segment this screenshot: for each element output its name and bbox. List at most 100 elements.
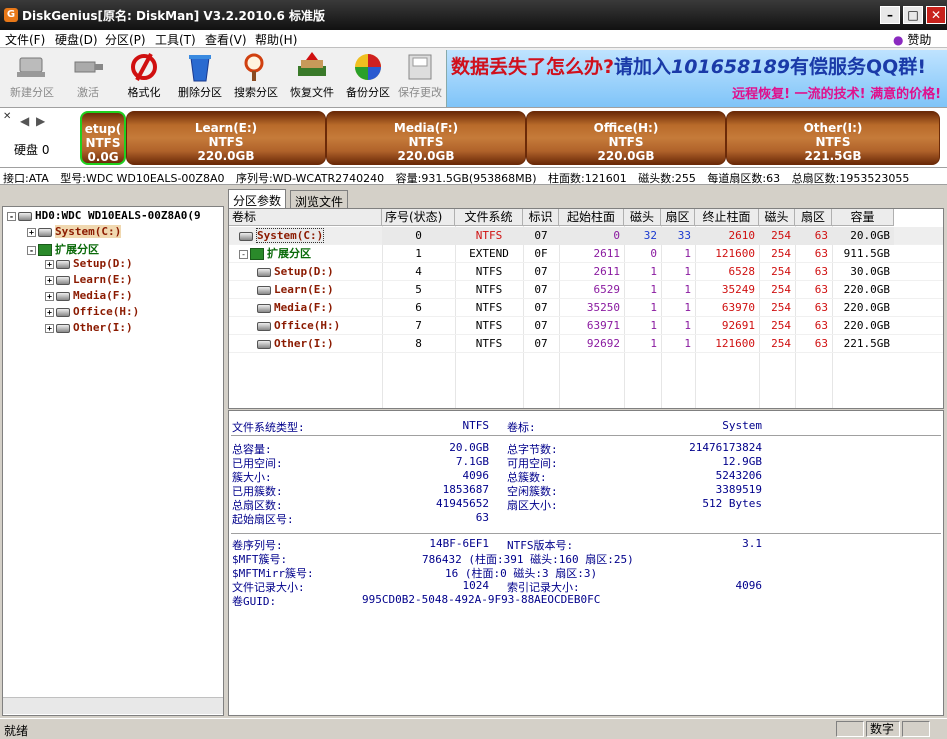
tab-browse-files[interactable]: 浏览文件 <box>290 190 349 209</box>
minimize-button[interactable]: – <box>880 6 900 24</box>
tree-item-office[interactable]: + Office(H:) <box>45 305 139 318</box>
segment-size: 220.0GB <box>597 149 655 163</box>
detail-label: 文件系统类型: <box>232 421 305 434</box>
window-title: DiskGenius[原名: DiskMan] V3.2.2010.6 标准版 <box>22 9 326 23</box>
cell-end-cyl: 92691 <box>721 319 755 332</box>
col-header-end-cyl[interactable]: 终止柱面 <box>695 209 759 226</box>
sponsor-link[interactable]: ● 赞助 <box>893 31 931 48</box>
expand-icon[interactable]: + <box>45 259 54 269</box>
segment-fs: NTFS <box>208 135 244 149</box>
recover-files-button[interactable]: 恢复文件 <box>284 50 340 106</box>
table-row[interactable]: System(C:) 0 NTFS 07 0 32 33 2610 254 63 20.0GB <box>229 227 943 245</box>
next-disk-icon[interactable]: ▶ <box>36 114 46 128</box>
disk-segment-learn[interactable]: Learn(E:) NTFS 220.0GB <box>126 111 326 165</box>
expand-icon[interactable]: + <box>45 307 54 317</box>
menu-file[interactable]: 文件(F) <box>5 31 45 48</box>
extended-partition-icon <box>250 248 264 260</box>
delete-partition-button[interactable]: 删除分区 <box>172 50 228 106</box>
expand-icon[interactable]: + <box>45 275 54 285</box>
sponsor-label: 赞助 <box>907 33 932 47</box>
cell-name: Setup(D:) <box>229 263 382 281</box>
segment-fs: NTFS <box>85 136 121 150</box>
menu-tools[interactable]: 工具(T) <box>155 31 196 48</box>
save-icon <box>408 54 432 80</box>
tree-item-setup[interactable]: + Setup(D:) <box>45 257 133 270</box>
expand-icon[interactable]: + <box>45 323 54 333</box>
cell-end-sec: 63 <box>814 319 828 332</box>
table-row[interactable]: Learn(E:) 5 NTFS 07 6529 1 1 35249 254 63 220.0GB <box>229 281 943 299</box>
expand-icon[interactable]: + <box>27 227 36 237</box>
cell-start-head: 1 <box>650 301 657 314</box>
menu-disk[interactable]: 硬盘(D) <box>55 31 98 48</box>
collapse-icon[interactable]: - <box>7 211 16 221</box>
disk-segment-media[interactable]: Media(F:) NTFS 220.0GB <box>326 111 526 165</box>
col-header-size[interactable]: 容量 <box>832 209 894 226</box>
tree-item-extended[interactable]: - 扩展分区 <box>27 241 99 257</box>
col-header-start-cyl[interactable]: 起始柱面 <box>559 209 624 226</box>
partition-icon <box>257 285 271 295</box>
format-button[interactable]: 格式化 <box>116 50 172 106</box>
col-header-id[interactable]: 标识 <box>523 209 559 226</box>
menu-partition[interactable]: 分区(P) <box>105 31 146 48</box>
col-header-end-sec[interactable]: 扇区 <box>795 209 832 226</box>
ad-banner[interactable]: 数据丢失了怎么办?请加入101658189有偿服务QQ群! 远程恢复! 一流的技… <box>446 50 947 107</box>
partition-name: Media(F:) <box>274 301 334 314</box>
detail-ntfs-version: 3.1 <box>742 537 762 550</box>
tree-item-label: Media(F:) <box>73 289 133 302</box>
col-header-fs[interactable]: 文件系统 <box>455 209 523 226</box>
maximize-button[interactable]: □ <box>903 6 923 24</box>
tree-item-system[interactable]: + System(C:) <box>27 225 122 238</box>
status-text: 就绪 <box>4 724 29 738</box>
col-header-end-head[interactable]: 磁头 <box>759 209 795 226</box>
segment-fs: NTFS <box>815 135 851 149</box>
segment-name: Media(F:) <box>393 121 459 135</box>
tree-horizontal-scrollbar[interactable] <box>3 697 223 714</box>
search-partition-button[interactable]: 搜索分区 <box>228 50 284 106</box>
save-changes-button[interactable]: 保存更改 <box>392 50 448 106</box>
table-row[interactable]: Other(I:) 8 NTFS 07 92692 1 1 121600 254 63 221.5G… <box>229 335 943 353</box>
disk-sectors-per-track: 每道扇区数:63 <box>707 172 781 185</box>
new-partition-button[interactable]: 新建分区 <box>4 50 60 106</box>
close-icon[interactable]: ✕ <box>3 111 11 122</box>
disk-segment-other[interactable]: Other(I:) NTFS 221.5GB <box>726 111 940 165</box>
col-header-start-sec[interactable]: 扇区 <box>661 209 695 226</box>
collapse-icon[interactable]: - <box>27 245 36 255</box>
col-header-index[interactable]: 序号(状态) <box>382 209 455 226</box>
disk-segment-setup[interactable]: etup(NTFS 0.0G <box>80 111 126 165</box>
table-row[interactable]: Office(H:) 7 NTFS 07 63971 1 1 92691 254 63 220.0G… <box>229 317 943 335</box>
segment-size: 220.0GB <box>197 149 255 163</box>
detail-serial: 14BF-6EF1 <box>429 537 489 550</box>
cell-start-cyl: 63971 <box>586 319 620 332</box>
disk-segment-office[interactable]: Office(H:) NTFS 220.0GB <box>526 111 726 165</box>
detail-guid: 995CD0B2-5048-492A-9F93-88AEOCDEB0FC <box>362 593 601 606</box>
expand-icon[interactable]: + <box>45 291 54 301</box>
table-row[interactable]: Setup(D:) 4 NTFS 07 2611 1 1 6528 254 63 30.0GB <box>229 263 943 281</box>
cell-start-head: 0 <box>650 247 657 260</box>
close-button[interactable]: ✕ <box>926 6 946 24</box>
menu-help[interactable]: 帮助(H) <box>255 31 297 48</box>
cell-end-sec: 63 <box>814 247 828 260</box>
tree-item-media[interactable]: + Media(F:) <box>45 289 133 302</box>
detail-label: 扇区大小: <box>507 499 558 512</box>
tree-item-learn[interactable]: + Learn(E:) <box>45 273 133 286</box>
detail-fs-type: NTFS <box>462 419 490 432</box>
cell-end-head: 254 <box>759 227 795 245</box>
status-box-caps <box>836 721 864 737</box>
col-header-start-head[interactable]: 磁头 <box>624 209 661 226</box>
cell-size: 30.0GB <box>850 265 890 278</box>
col-header-volume[interactable]: 卷标 <box>229 209 382 226</box>
cell-id: 07 <box>534 301 548 314</box>
menu-view[interactable]: 查看(V) <box>205 31 247 48</box>
tree-item-other[interactable]: + Other(I:) <box>45 321 133 334</box>
prev-disk-icon[interactable]: ◀ <box>20 114 30 128</box>
partition-icon <box>257 339 271 349</box>
backup-partition-button[interactable]: 备份分区 <box>340 50 396 106</box>
cell-end-cyl: 121600 <box>715 337 755 350</box>
collapse-icon[interactable]: - <box>239 249 248 259</box>
table-row[interactable]: Media(F:) 6 NTFS 07 35250 1 1 63970 254 63 220.0GB <box>229 299 943 317</box>
tab-partition-params[interactable]: 分区参数 <box>228 189 287 209</box>
activate-button[interactable]: 激活 <box>60 50 116 106</box>
disk-capacity: 容量:931.5GB(953868MB) <box>395 172 537 185</box>
table-row[interactable]: - 扩展分区 1 EXTEND 0F 2611 0 1 121600 254 63 911.5GB <box>229 245 943 263</box>
tree-disk-node[interactable]: - HD0:WDC WD10EALS-00Z8A0(9 <box>7 209 201 222</box>
